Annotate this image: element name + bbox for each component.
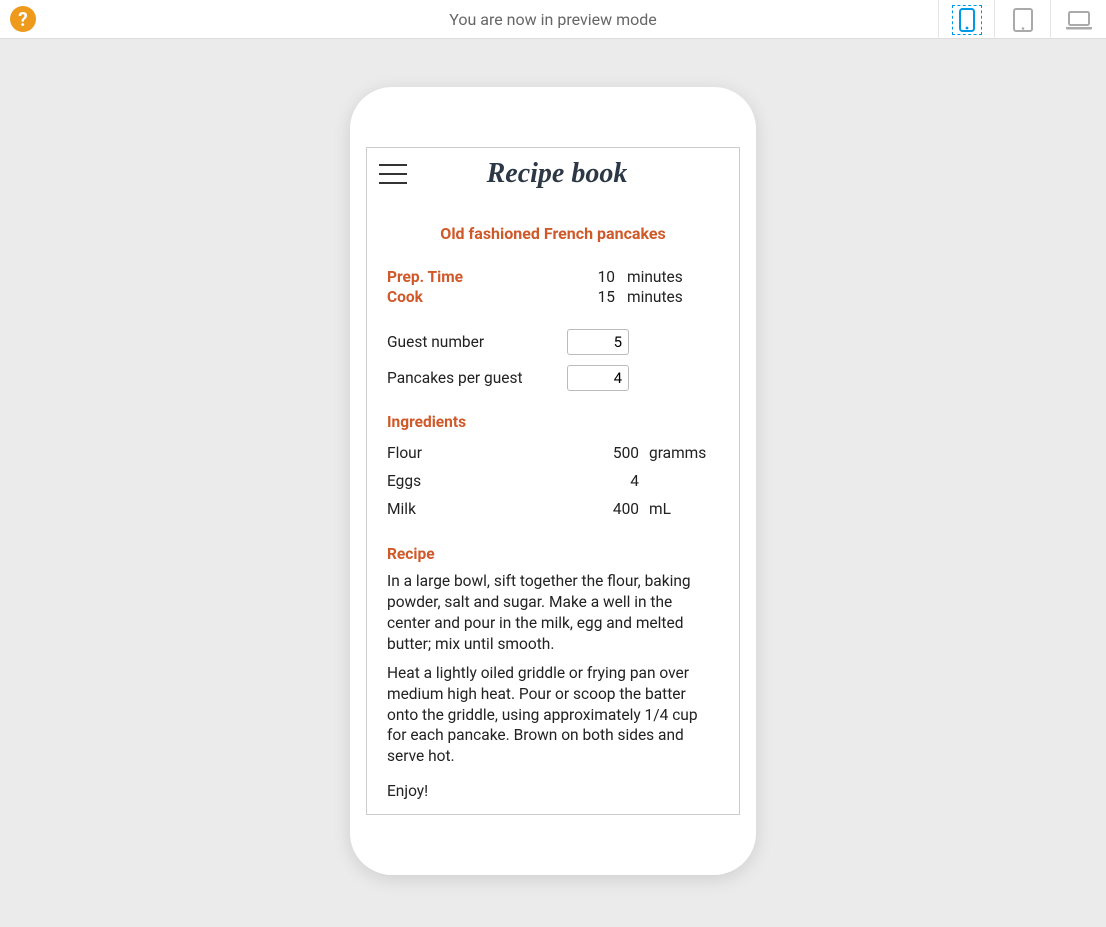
app-header: Recipe book — [367, 148, 739, 196]
app-viewport: Recipe book Old fashioned French pancake… — [366, 147, 740, 815]
help-glyph: ? — [18, 8, 27, 31]
prep-time-value: 10 — [567, 267, 627, 287]
cook-time-label: Cook — [387, 287, 567, 307]
hamburger-icon[interactable] — [379, 164, 407, 184]
ingredient-unit — [649, 467, 719, 495]
recipe-step: Heat a lightly oiled griddle or frying p… — [387, 663, 719, 768]
ingredient-row: Flour 500 gramms — [387, 439, 719, 467]
prep-time-label: Prep. Time — [387, 267, 567, 287]
phone-icon — [959, 8, 975, 32]
servings-inputs: Guest number Pancakes per guest — [387, 329, 719, 391]
pancakes-per-guest-label: Pancakes per guest — [387, 369, 567, 387]
recipe-step: In a large bowl, sift together the flour… — [387, 571, 719, 655]
ingredient-name: Flour — [387, 439, 589, 467]
ingredient-name: Eggs — [387, 467, 589, 495]
preview-stage: Recipe book Old fashioned French pancake… — [0, 39, 1106, 927]
ingredient-name: Milk — [387, 495, 589, 523]
ingredient-row: Eggs 4 — [387, 467, 719, 495]
help-icon[interactable]: ? — [10, 6, 36, 32]
ingredient-qty: 500 — [589, 439, 649, 467]
ingredient-unit: gramms — [649, 439, 719, 467]
recipe-title: Old fashioned French pancakes — [387, 224, 719, 243]
guest-number-input[interactable] — [567, 329, 629, 355]
cook-time-unit: minutes — [627, 287, 719, 307]
ingredient-unit: mL — [649, 495, 719, 523]
ingredient-qty: 4 — [589, 467, 649, 495]
pancakes-per-guest-row: Pancakes per guest — [387, 365, 719, 391]
enjoy-text: Enjoy! — [387, 781, 719, 802]
time-table: Prep. Time 10 minutes Cook 15 minutes — [387, 267, 719, 307]
ingredients-heading: Ingredients — [387, 413, 719, 431]
device-phone-button[interactable] — [938, 0, 994, 39]
pancakes-per-guest-input[interactable] — [567, 365, 629, 391]
cook-time-row: Cook 15 minutes — [387, 287, 719, 307]
ingredients-table: Flour 500 gramms Eggs 4 Milk 400 mL — [387, 439, 719, 523]
device-switcher — [938, 0, 1106, 39]
prep-time-unit: minutes — [627, 267, 719, 287]
preview-toolbar: ? You are now in preview mode — [0, 0, 1106, 39]
laptop-icon — [1066, 10, 1092, 30]
guest-number-label: Guest number — [387, 333, 567, 351]
guest-number-row: Guest number — [387, 329, 719, 355]
prep-time-row: Prep. Time 10 minutes — [387, 267, 719, 287]
recipe-content: Old fashioned French pancakes Prep. Time… — [367, 196, 739, 802]
preview-mode-label: You are now in preview mode — [449, 10, 657, 29]
app-title: Recipe book — [407, 158, 729, 190]
tablet-icon — [1013, 8, 1033, 32]
phone-frame: Recipe book Old fashioned French pancake… — [350, 87, 756, 875]
recipe-body: In a large bowl, sift together the flour… — [387, 571, 719, 802]
device-desktop-button[interactable] — [1050, 0, 1106, 39]
ingredient-qty: 400 — [589, 495, 649, 523]
recipe-heading: Recipe — [387, 545, 719, 563]
cook-time-value: 15 — [567, 287, 627, 307]
device-tablet-button[interactable] — [994, 0, 1050, 39]
ingredient-row: Milk 400 mL — [387, 495, 719, 523]
